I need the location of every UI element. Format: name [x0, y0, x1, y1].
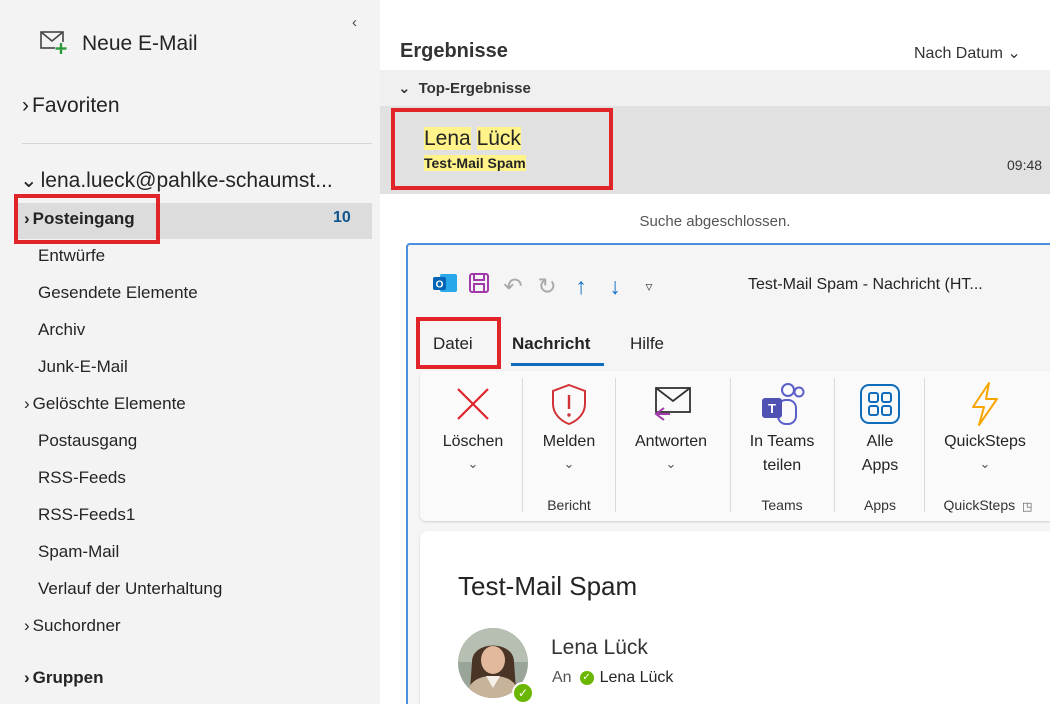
collapse-pane-button[interactable]: ‹ — [352, 14, 357, 31]
teams-label-line2: teilen — [762, 457, 802, 474]
delete-label: Löschen — [442, 433, 504, 450]
folder-item-rss1[interactable]: RSS-Feeds1 — [38, 505, 135, 525]
folder-item-deleted[interactable]: › Gelöschte Elemente — [24, 394, 186, 414]
message-window-title: Test-Mail Spam - Nachricht (HT... — [748, 276, 983, 293]
ribbon-group-apps: Apps — [864, 497, 896, 513]
new-mail-label: Neue E-Mail — [82, 32, 198, 55]
quicksteps-label: QuickSteps — [944, 433, 1026, 450]
ribbon-separator — [615, 378, 616, 512]
top-results-label: Top-Ergebnisse — [418, 80, 531, 97]
ribbon-group-report: Bericht — [547, 497, 591, 513]
sort-label: Nach Datum — [914, 45, 1003, 62]
favorites-label: Favoriten — [32, 94, 120, 117]
sort-dropdown[interactable]: Nach Datum ⌄ — [914, 43, 1021, 63]
chevron-down-icon: ⌄ — [563, 456, 575, 471]
chevron-right-icon: › — [24, 668, 30, 687]
reply-label: Antworten — [634, 433, 708, 450]
tab-help[interactable]: Hilfe — [630, 334, 664, 354]
unread-count-badge: 10 — [333, 209, 351, 226]
account-node[interactable]: ⌄ lena.lueck@pahlke-schaumst... — [20, 168, 333, 193]
chevron-down-icon: ⌄ — [979, 456, 991, 471]
chevron-right-icon: › — [22, 94, 29, 117]
folder-item-junk[interactable]: Junk-E-Mail — [38, 357, 128, 377]
presence-check-icon: ✓ — [579, 671, 594, 685]
reply-button[interactable]: Antworten ⌄ — [624, 378, 718, 474]
folder-item-rss[interactable]: RSS-Feeds — [38, 468, 126, 488]
teams-label-line1: In Teams — [749, 433, 815, 450]
redo-icon[interactable]: ↻ — [530, 273, 564, 300]
result-time: 09:48 — [1007, 157, 1043, 173]
quicksteps-button[interactable]: QuickSteps ⌄ — [930, 378, 1040, 474]
all-apps-button[interactable]: Alle Apps — [842, 378, 918, 478]
apps-label-line2: Apps — [861, 457, 899, 474]
teams-icon: T — [738, 378, 826, 430]
dialog-launcher-icon[interactable]: ◳ — [1022, 501, 1032, 513]
reply-envelope-icon — [624, 378, 718, 430]
results-title: Ergebnisse — [400, 40, 508, 62]
report-button[interactable]: Melden ⌄ — [530, 378, 608, 474]
outlook-logo-icon: O — [428, 271, 462, 301]
ribbon-separator — [834, 378, 835, 512]
quicksteps-group-label: QuickSteps — [943, 497, 1016, 513]
svg-text:O: O — [436, 280, 444, 291]
new-mail-button[interactable]: Neue E-Mail — [40, 28, 198, 60]
search-status: Suche abgeschlossen. — [639, 213, 791, 230]
annotation-box-file-tab — [416, 317, 501, 369]
ribbon-group-quicksteps: QuickSteps ◳ — [926, 497, 1050, 513]
folder-item-conversation-history[interactable]: Verlauf der Unterhaltung — [38, 579, 222, 599]
quick-access-toolbar: O ↶ ↻ ↑ ↓ ▿ — [428, 268, 666, 304]
ribbon-separator — [924, 378, 925, 512]
deleted-label: Gelöschte Elemente — [32, 394, 186, 413]
svg-text:T: T — [768, 401, 776, 416]
ribbon-separator — [730, 378, 731, 512]
groups-node[interactable]: › Gruppen — [24, 668, 104, 688]
chevron-right-icon: › — [24, 616, 30, 635]
folder-item-spam[interactable]: Spam-Mail — [38, 542, 119, 562]
search-folders-label: Suchordner — [32, 616, 121, 635]
folder-item-outbox[interactable]: Postausgang — [38, 431, 137, 451]
ribbon-separator — [522, 378, 523, 512]
tab-message[interactable]: Nachricht — [512, 334, 590, 354]
chevron-down-icon: ⌄ — [665, 456, 677, 471]
delete-button[interactable]: Löschen ⌄ — [434, 378, 512, 474]
top-results-label-wrap: ⌄ Top-Ergebnisse — [398, 79, 531, 97]
chevron-down-icon: ⌄ — [467, 456, 479, 471]
ribbon-group-teams: Teams — [761, 497, 803, 513]
apps-label-line1: Alle — [866, 433, 894, 450]
next-item-button[interactable]: ↓ — [598, 273, 632, 300]
account-label: lena.lueck@pahlke-schaumst... — [40, 169, 333, 192]
shield-alert-icon — [530, 378, 608, 430]
favorites-node[interactable]: › Favoriten — [22, 94, 120, 118]
message-recipients: An ✓ Lena Lück — [552, 669, 673, 687]
new-mail-icon — [40, 29, 70, 60]
folder-item-search-folders[interactable]: › Suchordner — [24, 616, 121, 636]
lightning-icon — [930, 378, 1040, 430]
report-label: Melden — [542, 433, 596, 450]
message-sender[interactable]: Lena Lück — [551, 636, 648, 660]
message-subject: Test-Mail Spam — [458, 571, 638, 601]
groups-label: Gruppen — [32, 668, 104, 687]
recipient-name[interactable]: Lena Lück — [600, 669, 674, 687]
chevron-down-icon: ⌄ — [1007, 45, 1021, 62]
folder-item-drafts[interactable]: Entwürfe — [38, 246, 105, 266]
chevron-down-icon: ⌄ — [398, 80, 411, 97]
delete-icon — [434, 378, 512, 430]
folder-item-sent[interactable]: Gesendete Elemente — [38, 283, 198, 303]
customize-toolbar-icon[interactable]: ▿ — [632, 278, 666, 295]
annotation-box-inbox — [14, 194, 160, 244]
undo-icon[interactable]: ↶ — [496, 273, 530, 300]
to-label: An — [552, 669, 572, 686]
chevron-down-icon: ⌄ — [20, 169, 38, 192]
chevron-right-icon: › — [24, 394, 30, 413]
share-to-teams-button[interactable]: T In Teams teilen — [738, 378, 826, 478]
active-tab-indicator — [511, 363, 604, 366]
previous-item-button[interactable]: ↑ — [564, 273, 598, 300]
annotation-box-result — [391, 108, 613, 190]
folder-item-archive[interactable]: Archiv — [38, 320, 85, 340]
divider — [22, 143, 372, 144]
apps-grid-icon — [842, 378, 918, 430]
presence-available-icon: ✓ — [512, 682, 534, 704]
save-button[interactable] — [462, 271, 496, 301]
